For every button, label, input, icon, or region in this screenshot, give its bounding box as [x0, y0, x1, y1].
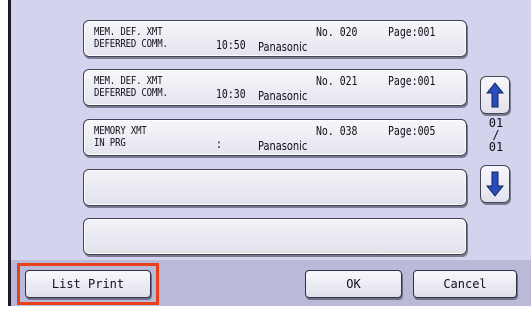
- job-status: DEFERRED COMM.: [94, 37, 168, 50]
- scroll-up-button[interactable]: [480, 76, 510, 114]
- job-number: No. 021: [316, 74, 358, 88]
- cancel-button[interactable]: Cancel: [413, 270, 517, 298]
- arrow-up-icon: [486, 82, 504, 108]
- job-item[interactable]: MEM. DEF. XMT DEFERRED COMM. 10:50 No. 0…: [83, 20, 467, 57]
- job-station: Panasonic: [258, 89, 308, 103]
- scroll-down-button[interactable]: [480, 165, 510, 203]
- job-page: Page:001: [388, 25, 436, 39]
- job-status: IN PRG: [94, 136, 126, 149]
- job-time: :: [216, 137, 222, 151]
- job-page: Page:005: [388, 124, 436, 138]
- job-page: Page:001: [388, 74, 436, 88]
- job-item[interactable]: MEMORY XMT IN PRG : No. 038 Page:005 Pan…: [83, 119, 467, 156]
- job-station: Panasonic: [258, 139, 308, 153]
- job-item[interactable]: MEM. DEF. XMT DEFERRED COMM. 10:30 No. 0…: [83, 69, 467, 106]
- ok-button[interactable]: OK: [305, 270, 402, 298]
- job-station: Panasonic: [258, 40, 308, 54]
- fax-job-list-screen: MEM. DEF. XMT DEFERRED COMM. 10:50 No. 0…: [0, 0, 531, 312]
- list-print-highlight: [17, 263, 159, 305]
- job-time: 10:50: [216, 38, 246, 52]
- empty-job-slot[interactable]: [83, 218, 467, 255]
- job-time: 10:30: [216, 87, 246, 101]
- page-total: 01: [488, 140, 504, 154]
- arrow-down-icon: [486, 171, 504, 197]
- job-number: No. 020: [316, 25, 358, 39]
- page-indicator: 01 / 01: [476, 117, 516, 167]
- job-status: DEFERRED COMM.: [94, 86, 168, 99]
- job-number: No. 038: [316, 124, 358, 138]
- empty-job-slot[interactable]: [83, 169, 467, 206]
